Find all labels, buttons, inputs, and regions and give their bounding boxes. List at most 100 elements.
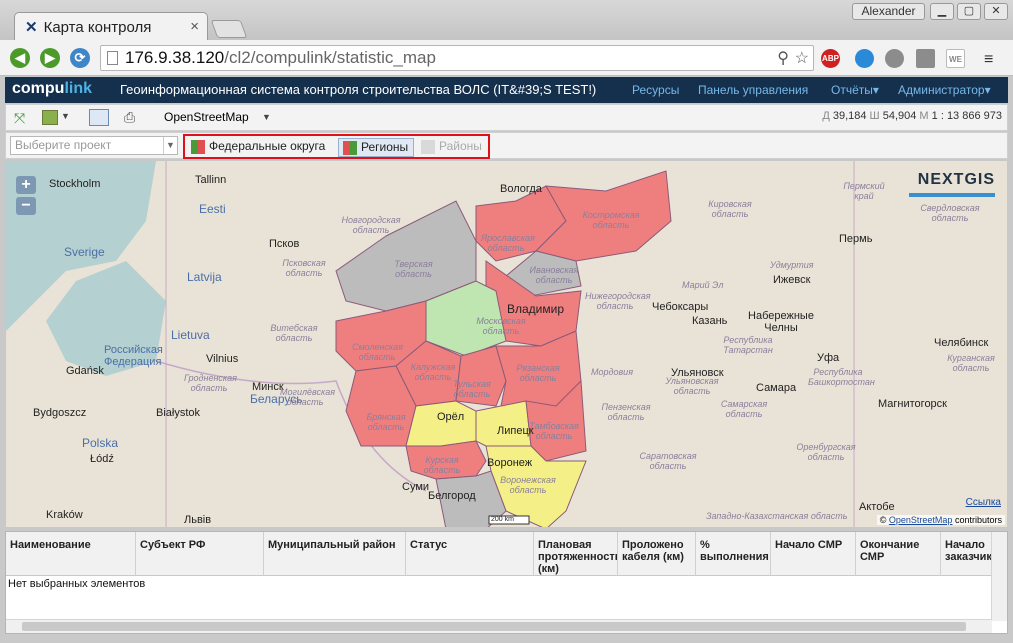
nav-control-panel[interactable]: Панель управления (698, 83, 808, 97)
region-label: Республика Татарстан (723, 335, 773, 355)
reload-icon[interactable]: ⟳ (70, 48, 90, 68)
region-label: Гродненская область (184, 373, 237, 393)
col-percent[interactable]: % выполнения (696, 532, 771, 576)
chevron-down-icon[interactable]: ▼ (61, 111, 70, 121)
basemap-chevron-icon[interactable]: ▼ (262, 112, 271, 122)
region-label: Тульская область (453, 379, 491, 399)
city-label: Kraków (46, 509, 83, 521)
fullscreen-icon[interactable]: ⤧ (14, 110, 25, 127)
region-label: Смоленская область (352, 342, 404, 362)
city-label: Суми (402, 481, 430, 493)
city-label: Białystok (156, 407, 201, 419)
menu-icon[interactable]: ≡ (984, 51, 993, 69)
city-label: Уфа (817, 352, 840, 364)
horizontal-scrollbar[interactable] (6, 619, 992, 633)
region-label: Кировская область (708, 199, 752, 219)
layer-switcher: Федеральные округа Регионы Районы (183, 134, 490, 159)
col-customer-start[interactable]: Начало заказчика (941, 532, 992, 576)
zoom-out-button[interactable]: − (16, 197, 36, 215)
extension-colors-icon[interactable] (855, 49, 874, 68)
city-label: Gdańsk (66, 365, 104, 377)
address-bar[interactable]: 176.9.38.120/cl2/compulink/statistic_map… (100, 45, 814, 71)
country-label: Sverige (64, 245, 105, 259)
col-name[interactable]: Наименование (6, 532, 136, 576)
city-label: Набережные Челны (748, 310, 814, 334)
panel-toggle-icon[interactable] (89, 109, 109, 126)
region-label: Рязанская область (516, 363, 560, 383)
col-subject[interactable]: Субъект РФ (136, 532, 264, 576)
city-label: Воронеж (487, 457, 533, 469)
extension-icon[interactable] (916, 49, 935, 68)
project-select[interactable]: Выберите проект ▼ (10, 136, 178, 155)
link-button[interactable]: Ссылка (966, 497, 1001, 508)
region-label: Нижегородская область (585, 291, 651, 311)
region-label: Псковская область (282, 258, 326, 278)
scroll-thumb[interactable] (22, 622, 966, 631)
map-toolbar: ⤧ ▼ ⎙ OpenStreetMap ▼ Д 39,184 Ш 54,904 … (5, 104, 1008, 131)
col-cable-laid[interactable]: Проложено кабеля (км) (618, 532, 696, 576)
region-label: Самарская область (720, 399, 768, 419)
profile-button[interactable]: Alexander (852, 3, 925, 20)
region-label: Свердловская область (920, 203, 980, 223)
country-label: Latvija (187, 270, 222, 284)
region-label: Могилёвская область (280, 387, 336, 407)
adblock-icon[interactable]: ABP (821, 49, 840, 68)
region-label: Брянская область (366, 412, 406, 432)
coordinate-readout: Д 39,184 Ш 54,904 М 1 : 13 866 973 (822, 110, 1002, 122)
city-label: Челябинск (934, 337, 989, 349)
country-label: Lietuva (171, 328, 210, 342)
grid-header: Наименование Субъект РФ Муниципальный ра… (6, 532, 992, 576)
city-label: Tallinn (195, 174, 227, 186)
col-smr-start[interactable]: Начало СМР (771, 532, 856, 576)
region-label: Ивановская область (529, 265, 579, 285)
city-label: Орёл (437, 411, 465, 423)
city-label: Белгород (428, 490, 476, 502)
vertical-scrollbar[interactable] (991, 532, 1007, 621)
region-lipetsk[interactable] (475, 400, 532, 447)
nextgis-logo: NEXTGIS (917, 171, 995, 188)
search-icon[interactable]: ⚲ (777, 47, 789, 71)
layer-regions-button[interactable]: Регионы (338, 138, 415, 157)
scalebar-label: 200 km (491, 516, 514, 523)
region-label: Марий Эл (682, 280, 724, 290)
maximize-button[interactable]: ▢ (957, 3, 981, 20)
globe-icon[interactable] (885, 49, 904, 68)
tab-title: Карта контроля (43, 18, 152, 36)
forward-icon[interactable]: ▶ (40, 48, 60, 68)
nav-reports[interactable]: Отчёты▾ (831, 83, 879, 97)
bookmark-star-icon[interactable]: ☆ (795, 47, 809, 71)
browser-tab[interactable]: ✕ Карта контроля × (14, 12, 208, 41)
favicon-icon: ✕ (25, 19, 38, 36)
osm-link[interactable]: OpenStreetMap (889, 515, 953, 525)
app-header: compulink Геоинформационная система конт… (5, 77, 1008, 103)
new-tab-button[interactable] (210, 20, 248, 38)
city-label: Łódź (90, 453, 114, 465)
map-view[interactable]: + − NEXTGIS Stockholm Tallinn Eesti Sver… (5, 160, 1008, 528)
region-label: Пензенская область (601, 402, 651, 422)
zoom-in-button[interactable]: + (16, 176, 36, 194)
basemap-select[interactable]: OpenStreetMap (164, 110, 249, 124)
back-icon[interactable]: ◀ (10, 48, 30, 68)
country-label: Eesti (199, 202, 226, 216)
tab-close-icon[interactable]: × (190, 18, 199, 35)
window-close-button[interactable]: ✕ (984, 3, 1008, 20)
col-smr-end[interactable]: Окончание СМР (856, 532, 941, 576)
col-district[interactable]: Муниципальный район (264, 532, 406, 576)
region-label: Тверская область (394, 259, 433, 279)
layer-federal-districts-button[interactable]: Федеральные округа (187, 138, 330, 157)
region-orel[interactable] (405, 400, 477, 447)
region-label: Ярославская область (481, 233, 535, 253)
print-icon[interactable]: ⎙ (124, 109, 135, 126)
layers-icon[interactable] (42, 110, 58, 125)
col-status[interactable]: Статус (406, 532, 534, 576)
nav-resources[interactable]: Ресурсы (632, 83, 679, 97)
we-extension-icon[interactable]: WE (946, 49, 965, 68)
minimize-button[interactable]: ▁ (930, 3, 954, 20)
region-label: Западно-Казахстанская область (706, 511, 848, 521)
region-label: Новгородская область (341, 215, 401, 235)
nav-admin[interactable]: Администратор▾ (898, 83, 991, 97)
city-label: Vilnius (206, 353, 239, 365)
region-label: Оренбургская область (796, 442, 856, 462)
col-planned-length[interactable]: Плановая протяженность (км) (534, 532, 618, 576)
browser-navbar: ◀ ▶ ⟳ 176.9.38.120/cl2/compulink/statist… (0, 40, 1013, 76)
